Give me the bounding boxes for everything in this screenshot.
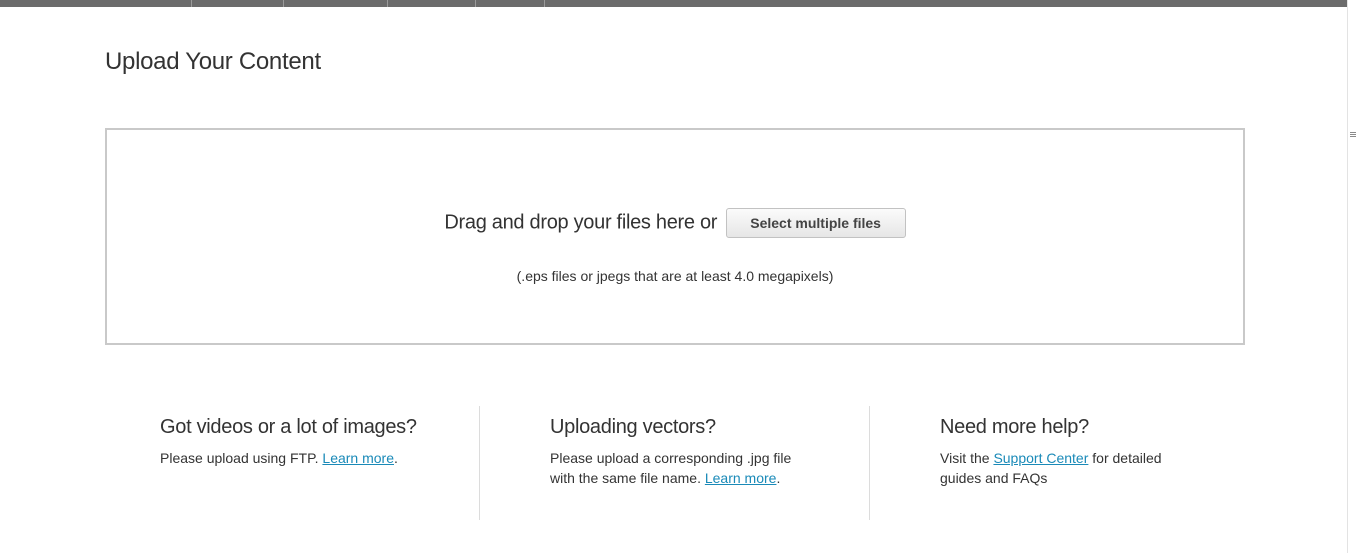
support-help-text: Visit the Support Center for detailed gui… <box>940 448 1162 488</box>
ftp-help-body: Please upload using FTP. <box>160 450 323 466</box>
vectors-learn-more-link[interactable]: Learn more <box>705 470 777 486</box>
top-nav-divider <box>387 0 388 7</box>
support-help-heading: Need more help? <box>940 416 1089 438</box>
vectors-help-heading: Uploading vectors? <box>550 416 716 438</box>
top-nav-divider <box>544 0 545 7</box>
vectors-help-line2: with the same file name. <box>550 470 705 486</box>
scroll-grip-icon[interactable] <box>1350 132 1356 140</box>
help-column-ftp: Got videos or a lot of images? Please up… <box>105 406 479 520</box>
support-help-suffix: for detailed <box>1088 450 1162 466</box>
upload-dropzone[interactable]: Drag and drop your files here or Select … <box>105 128 1245 345</box>
dropzone-drag-text: Drag and drop your files here or <box>444 211 718 234</box>
vectors-help-period: . <box>776 470 781 486</box>
ftp-help-period: . <box>394 450 398 466</box>
top-nav-divider <box>191 0 192 7</box>
top-nav-bar <box>0 0 1348 7</box>
dropzone-prompt-row: Drag and drop your files here or Select … <box>107 208 1243 238</box>
ftp-learn-more-link[interactable]: Learn more <box>322 450 394 466</box>
help-column-vectors: Uploading vectors? Please upload a corre… <box>479 406 870 520</box>
support-center-link[interactable]: Support Center <box>993 450 1088 466</box>
top-nav-divider <box>283 0 284 7</box>
vectors-help-line1: Please upload a corresponding .jpg file <box>550 450 792 466</box>
vertical-scrollbar[interactable] <box>1347 0 1358 553</box>
select-multiple-files-button[interactable]: Select multiple files <box>725 208 906 238</box>
dropzone-file-requirements: (.eps files or jpegs that are at least 4… <box>516 268 834 284</box>
top-nav-divider <box>475 0 476 7</box>
ftp-help-heading: Got videos or a lot of images? <box>160 416 417 438</box>
support-help-line2: guides and FAQs <box>940 470 1048 486</box>
page-title: Upload Your Content <box>105 48 321 75</box>
support-help-body: Visit the <box>940 450 994 466</box>
ftp-help-text: Please upload using FTP. Learn more. <box>160 448 417 468</box>
vectors-help-text: Please upload a corresponding .jpg file w… <box>550 448 791 488</box>
help-column-support: Need more help? Visit the Support Center… <box>869 406 1242 520</box>
